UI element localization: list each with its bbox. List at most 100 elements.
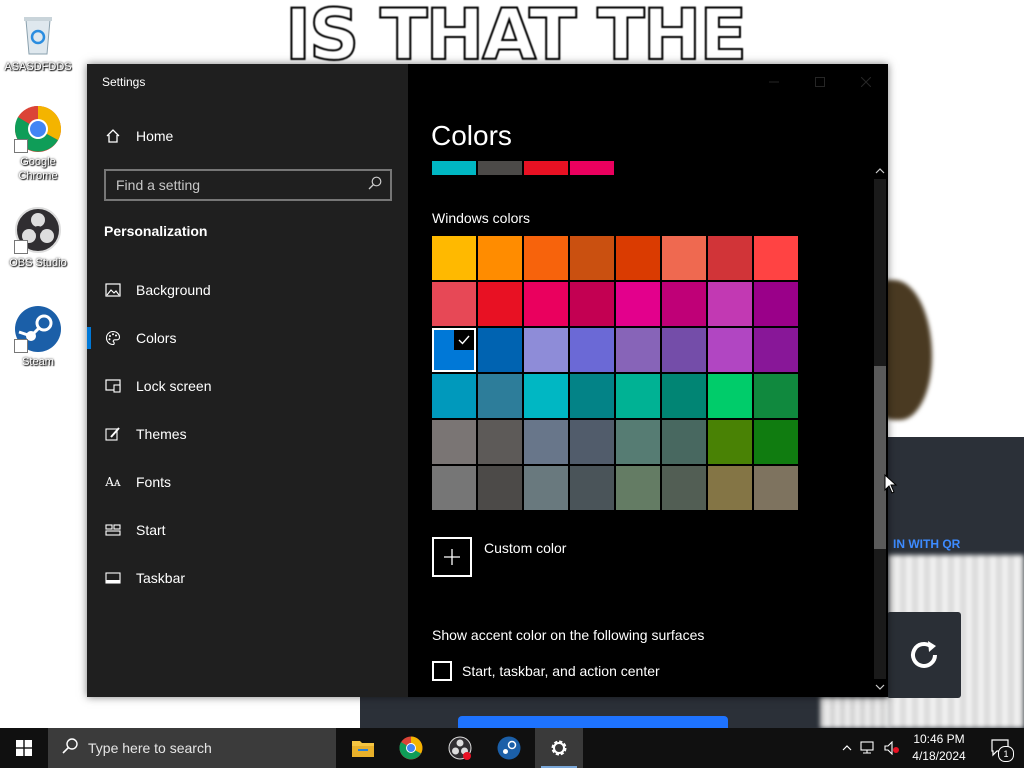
network-icon[interactable] [856,741,880,755]
color-swatch[interactable] [662,282,706,326]
search-icon [62,737,78,759]
desktop-icon-label: ASASDFDDS [4,61,72,73]
nav-item-themes[interactable]: Themes [87,410,408,458]
desktop-icon-obs-studio[interactable]: OBS Studio [0,206,76,270]
color-swatch[interactable] [616,282,660,326]
color-swatch[interactable] [708,236,752,280]
sign-in-button[interactable] [458,716,728,728]
maximize-button[interactable] [800,70,840,94]
color-swatch[interactable] [662,374,706,418]
color-swatch[interactable] [478,420,522,464]
taskbar-app-google-chrome[interactable] [387,728,435,768]
scroll-thumb[interactable] [874,366,886,549]
color-swatch[interactable] [478,236,522,280]
start-button[interactable] [0,728,48,768]
scroll-down-arrow[interactable] [872,679,888,695]
color-swatch[interactable] [524,374,568,418]
mouse-cursor-icon [884,473,898,499]
color-swatch[interactable] [478,466,522,510]
color-swatch[interactable] [754,466,798,510]
color-swatch[interactable] [708,374,752,418]
color-swatch[interactable] [662,328,706,372]
color-swatch[interactable] [708,282,752,326]
accent-start-taskbar-label: Start, taskbar, and action center [462,663,660,679]
show-hidden-icons-chevron-icon[interactable] [838,745,856,751]
recent-color-swatch[interactable] [432,161,476,175]
volume-muted-icon[interactable] [880,741,904,755]
color-swatch[interactable] [616,466,660,510]
color-swatch[interactable] [708,466,752,510]
color-swatch[interactable] [478,282,522,326]
nav-home[interactable]: Home [104,127,173,145]
taskbar-app-file-explorer[interactable] [339,728,387,768]
nav-item-taskbar[interactable]: Taskbar [87,554,408,602]
color-swatch[interactable] [754,236,798,280]
color-swatch[interactable] [616,420,660,464]
sign-in-with-qr-link[interactable]: IN WITH QR [893,537,960,551]
color-swatch[interactable] [616,374,660,418]
color-swatch[interactable] [662,466,706,510]
desktop-icon-steam[interactable]: Steam [0,305,76,369]
color-swatch[interactable] [524,282,568,326]
color-swatch[interactable] [478,374,522,418]
color-swatch[interactable] [432,466,476,510]
nav-item-lock-screen[interactable]: Lock screen [87,362,408,410]
color-swatch[interactable] [524,466,568,510]
action-center-button[interactable]: 1 [978,728,1024,768]
nav-item-label: Fonts [136,474,172,490]
find-setting-search[interactable] [104,169,392,201]
nav-item-fonts[interactable]: Aᴀ Fonts [87,458,408,506]
color-swatch[interactable] [570,236,614,280]
color-swatch[interactable] [754,328,798,372]
close-button[interactable] [846,70,886,94]
nav-item-start[interactable]: Start [87,506,408,554]
desktop-icon-google-chrome[interactable]: Google Chrome [0,105,76,183]
color-swatch[interactable] [570,374,614,418]
taskbar-app-steam[interactable] [485,728,533,768]
nav-item-colors[interactable]: Colors [87,314,408,362]
taskbar-app-obs-studio[interactable] [436,728,484,768]
recent-color-swatch[interactable] [524,161,568,175]
color-swatch[interactable] [754,420,798,464]
qr-refresh-button[interactable] [887,612,961,698]
color-swatch[interactable] [432,374,476,418]
taskbar-clock[interactable]: 10:46 PM 4/18/2024 [905,731,973,765]
color-swatch[interactable] [524,328,568,372]
nav-item-label: Lock screen [136,378,212,394]
color-swatch[interactable] [570,466,614,510]
color-swatch[interactable] [524,420,568,464]
system-tray [838,728,904,768]
color-swatch-selected[interactable] [432,328,476,372]
color-swatch[interactable] [708,328,752,372]
color-swatch[interactable] [754,282,798,326]
color-swatch[interactable] [432,420,476,464]
color-swatch[interactable] [478,328,522,372]
taskbar-search[interactable]: Type here to search [48,728,336,768]
color-swatch[interactable] [616,328,660,372]
color-swatch[interactable] [570,328,614,372]
custom-color-button[interactable]: Custom color [432,537,566,577]
content-scrollbar[interactable] [872,161,888,697]
color-swatch[interactable] [616,236,660,280]
recent-color-swatch[interactable] [570,161,614,175]
nav-item-background[interactable]: Background [87,266,408,314]
color-swatch[interactable] [708,420,752,464]
desktop-icon-recycle-bin[interactable]: ASASDFDDS [0,10,76,74]
accent-start-taskbar-checkbox[interactable] [432,661,452,681]
color-swatch[interactable] [570,282,614,326]
color-swatch[interactable] [754,374,798,418]
scroll-up-arrow[interactable] [872,163,888,179]
recent-color-swatch[interactable] [478,161,522,175]
taskbar-app-settings[interactable] [535,728,583,768]
color-swatch[interactable] [570,420,614,464]
color-swatch[interactable] [662,236,706,280]
color-swatch[interactable] [432,236,476,280]
custom-color-label: Custom color [484,540,567,556]
search-icon[interactable] [368,176,382,195]
color-swatch[interactable] [524,236,568,280]
find-setting-input[interactable] [106,176,358,194]
accent-start-taskbar-checkbox-row[interactable]: Start, taskbar, and action center [432,661,660,681]
color-swatch[interactable] [662,420,706,464]
minimize-button[interactable] [754,70,794,94]
color-swatch[interactable] [432,282,476,326]
